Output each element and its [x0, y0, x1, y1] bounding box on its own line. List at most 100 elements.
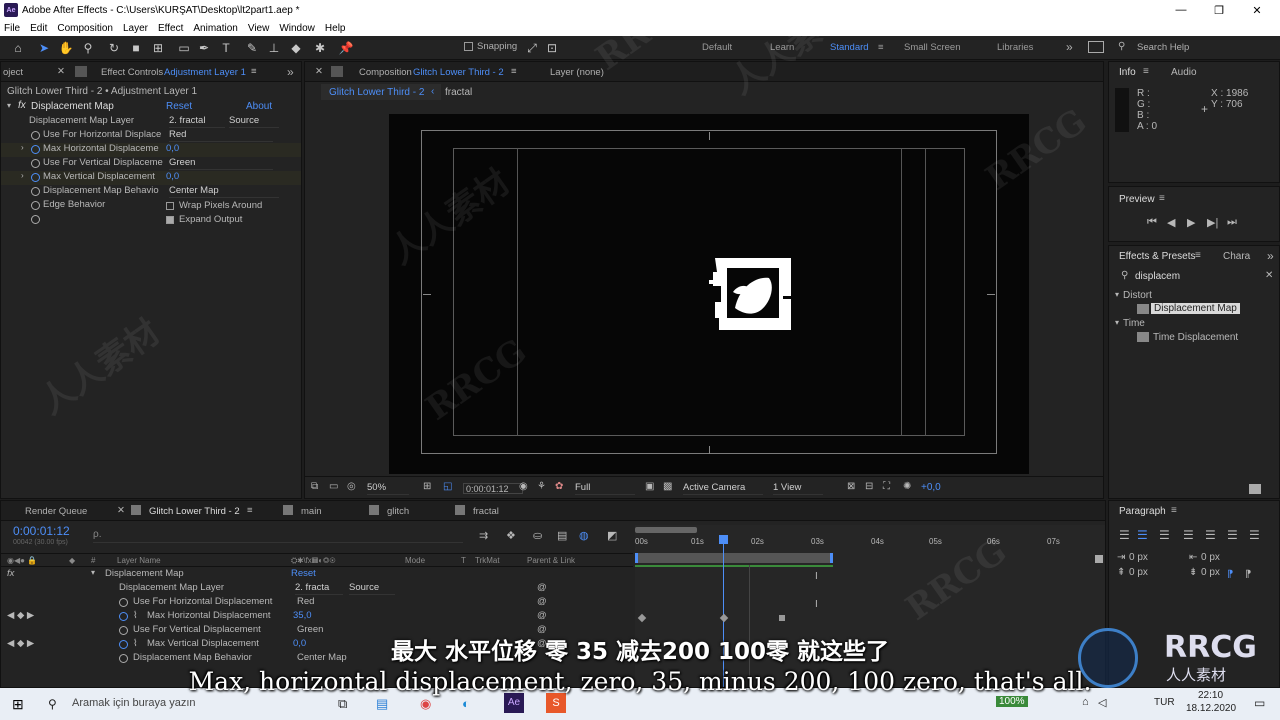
brush-tool-icon[interactable]: ✎ [244, 40, 260, 56]
panel-menu-icon[interactable]: ≡ [247, 505, 253, 516]
resolution-dropdown[interactable]: Full [575, 482, 635, 495]
row-source-dropdown[interactable]: Source [349, 582, 395, 595]
source-dropdown[interactable]: Source [229, 115, 279, 128]
monitor-icon[interactable]: ▭ [329, 481, 338, 492]
stopwatch-icon[interactable] [31, 201, 40, 210]
row-layer-dropdown[interactable]: 2. fracta [295, 582, 343, 595]
align-center-icon[interactable]: ☰ [1137, 528, 1148, 542]
fx-icon[interactable]: fx [7, 568, 14, 579]
lock-icon[interactable] [75, 66, 87, 77]
playhead-handle[interactable] [719, 535, 728, 544]
keyframe-marker[interactable] [779, 615, 785, 621]
keyframe-marker[interactable] [719, 613, 729, 623]
zoom-tool-icon[interactable]: ⚲ [80, 40, 96, 56]
info-tab[interactable]: Info [1119, 67, 1136, 78]
close-button[interactable]: ✕ [1240, 0, 1274, 20]
views-dropdown[interactable]: 1 View [773, 482, 823, 495]
pickwhip-icon[interactable]: @ [537, 610, 547, 621]
draft-3d-icon[interactable]: ❖ [506, 529, 516, 542]
space-after-field[interactable]: 0 px [1201, 567, 1220, 578]
minimize-button[interactable]: — [1164, 0, 1198, 20]
composition-viewer[interactable] [389, 114, 1029, 474]
menu-effect[interactable]: Effect [158, 23, 183, 34]
grid-icon[interactable]: ⊞ [423, 481, 431, 492]
3d-icon[interactable]: ⛶ [883, 481, 890, 492]
menu-composition[interactable]: Composition [57, 23, 113, 34]
type-tool-icon[interactable]: T [218, 40, 234, 56]
work-area-bar[interactable] [635, 527, 697, 533]
panel-menu-icon[interactable]: ≡ [1171, 505, 1177, 516]
network-icon[interactable]: ⌂ [1082, 696, 1089, 708]
menu-edit[interactable]: Edit [30, 23, 47, 34]
pickwhip-icon[interactable]: @ [537, 596, 547, 607]
close-tab-icon[interactable]: ✕ [117, 505, 125, 516]
more-workspaces-icon[interactable]: » [1066, 40, 1073, 54]
effect-time-displacement[interactable]: Time Displacement [1153, 332, 1238, 343]
work-area-range[interactable] [635, 553, 833, 563]
menu-layer[interactable]: Layer [123, 23, 148, 34]
always-preview-icon[interactable]: ⧉ [311, 481, 318, 492]
panel-menu-icon[interactable]: ≡ [251, 66, 257, 77]
file-explorer-icon[interactable]: ▤ [376, 696, 388, 712]
taskbar-search-input[interactable]: Aramak için buraya yazın [72, 697, 196, 709]
workspace-sync-icon[interactable] [1088, 41, 1104, 53]
vertical-channel-dropdown[interactable]: Green [169, 157, 273, 170]
group-distort[interactable]: Distort [1123, 290, 1152, 301]
about-link[interactable]: About [246, 101, 272, 112]
keyframe-nav-icon[interactable]: ◀ ◆ ▶ [7, 610, 34, 621]
direction-rtl-icon[interactable]: ⁋ [1245, 569, 1251, 580]
volume-icon[interactable]: ◁ [1098, 696, 1106, 709]
edge-icon[interactable]: ◐ [462, 696, 470, 711]
col-t[interactable]: T [461, 556, 466, 565]
tab-glitch-lower-third[interactable]: Glitch Lower Third - 2 [149, 506, 240, 517]
snapping-checkbox[interactable] [464, 42, 473, 51]
collapse-triangle-icon[interactable]: ▾ [1115, 318, 1119, 327]
composition-mini-flowchart-icon[interactable]: ⇉ [479, 529, 488, 542]
rotate-tool-icon[interactable]: ↻ [106, 40, 122, 56]
clear-search-icon[interactable]: ✕ [1265, 270, 1273, 281]
menu-window[interactable]: Window [279, 23, 315, 34]
expand-panels-icon[interactable]: » [287, 65, 294, 79]
last-frame-icon[interactable]: ⏭ [1227, 216, 1237, 229]
timecode-field[interactable]: 0:00:01:12 [463, 483, 523, 494]
first-frame-icon[interactable]: ⏮ [1147, 216, 1157, 229]
mask-visibility-icon[interactable]: ◎ [347, 481, 356, 492]
windows-start-icon[interactable]: ⊞ [12, 696, 24, 713]
layer-dropdown[interactable]: 2. fractal [169, 115, 225, 128]
composition-tab[interactable]: Composition [359, 67, 412, 78]
roto-brush-tool-icon[interactable]: ✱ [312, 40, 328, 56]
new-folder-icon[interactable] [1249, 484, 1261, 494]
justify-left-icon[interactable]: ☰ [1183, 528, 1194, 542]
audio-tab[interactable]: Audio [1171, 67, 1197, 78]
timeline-search-input[interactable]: ρ. [93, 529, 463, 543]
panel-menu-icon[interactable]: ≡ [511, 66, 517, 77]
transparency-grid-icon[interactable]: ▩ [663, 481, 672, 492]
graph-icon[interactable]: ⌇ [133, 610, 138, 621]
channel-icon[interactable]: ✿ [555, 481, 563, 492]
align-left-icon[interactable]: ☰ [1119, 528, 1130, 542]
workspace-menu-icon[interactable]: ≡ [878, 42, 884, 53]
timeline-timecode[interactable]: 0:00:01:12 [13, 524, 70, 538]
col-layer-name[interactable]: Layer Name [117, 556, 161, 565]
expand-output-checkbox[interactable] [166, 216, 174, 224]
stopwatch-icon[interactable] [31, 215, 40, 224]
stopwatch-icon[interactable] [31, 159, 40, 168]
stopwatch-icon[interactable] [31, 131, 40, 140]
tab-render-queue[interactable]: Render Queue [25, 506, 87, 517]
layout-icon[interactable]: ⊟ [865, 481, 873, 492]
panel-menu-icon[interactable]: ≡ [1195, 250, 1201, 261]
close-tab-icon[interactable]: ✕ [315, 66, 323, 77]
play-icon[interactable]: ▶ [1187, 216, 1195, 229]
effect-controls-tab[interactable]: Effect Controls [101, 67, 163, 78]
shy-icon[interactable]: ⛀ [533, 529, 542, 542]
stopwatch-icon[interactable] [31, 187, 40, 196]
camera-tool-icon[interactable]: ■ [128, 40, 144, 56]
snap-icon[interactable]: ⤢ [524, 40, 540, 56]
pen-tool-icon[interactable]: ✒ [196, 40, 212, 56]
menu-help[interactable]: Help [325, 23, 346, 34]
row-reset-link[interactable]: Reset [291, 568, 316, 579]
selection-tool-icon[interactable]: ➤ [36, 40, 52, 56]
hand-tool-icon[interactable]: ✋ [58, 40, 74, 56]
battery-indicator[interactable]: 100% [996, 696, 1028, 707]
effects-presets-tab[interactable]: Effects & Presets [1119, 251, 1196, 262]
